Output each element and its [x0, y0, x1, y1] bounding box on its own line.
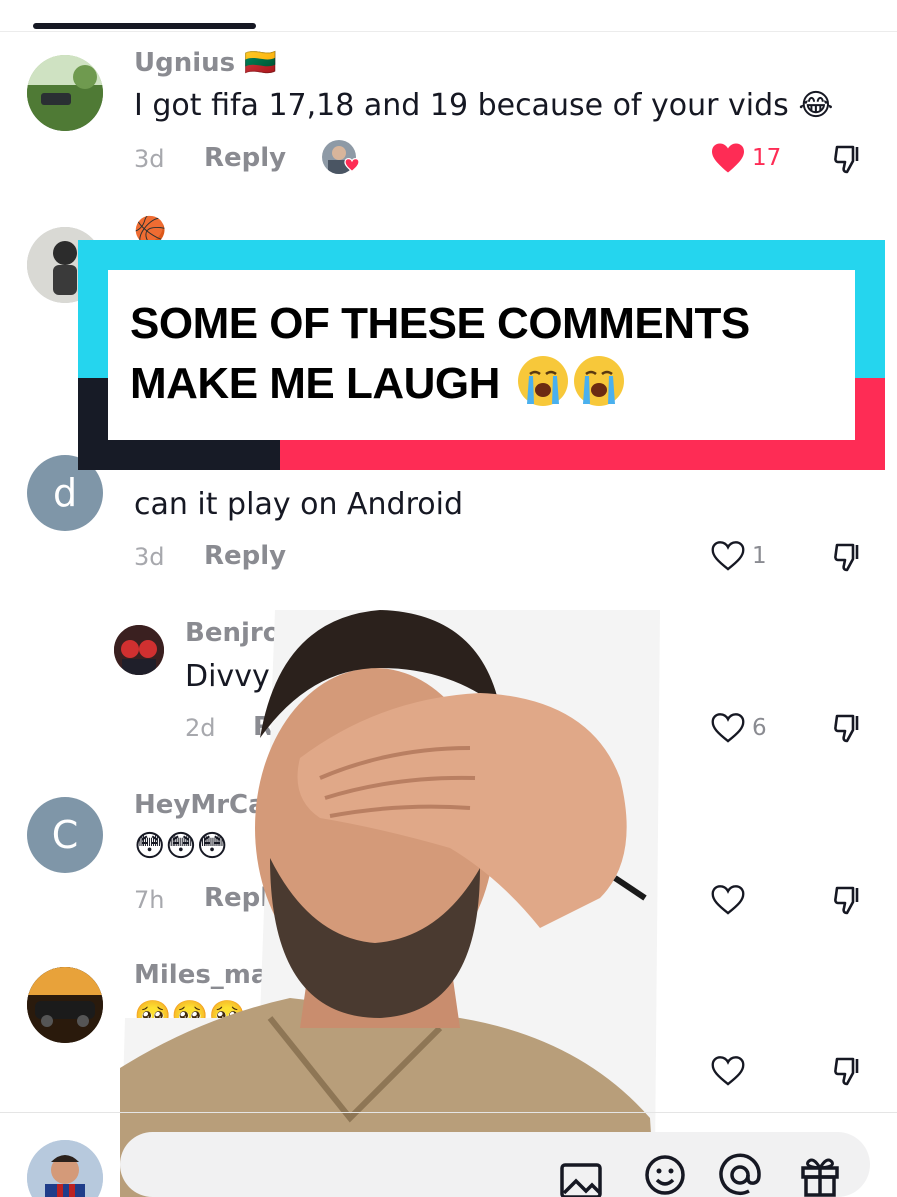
reply-button[interactable]: Reply — [204, 143, 286, 173]
like-button[interactable]: 17 — [710, 142, 781, 174]
avatar-photo-icon — [27, 967, 103, 1043]
avatar-photo-icon — [27, 55, 103, 131]
overlay-caption-line2-wrap: MAKE ME LAUGH — [130, 354, 833, 414]
like-button[interactable] — [710, 1055, 746, 1087]
heart-outline-icon — [711, 541, 745, 571]
overlay-caption-line2: MAKE ME LAUGH — [130, 359, 500, 408]
reply-button[interactable]: Reply — [204, 541, 286, 571]
image-icon[interactable] — [556, 1155, 606, 1197]
comment-username[interactable]: Ugnius 🇱🇹 — [134, 48, 277, 78]
mention-icon[interactable] — [715, 1150, 765, 1197]
comment-time: 3d — [134, 543, 165, 571]
drag-handle[interactable] — [33, 23, 256, 29]
heart-outline-icon — [711, 1056, 745, 1086]
dislike-icon[interactable] — [833, 541, 867, 573]
loudly-crying-face-icon — [517, 356, 568, 406]
comment-text: can it play on Android — [134, 487, 464, 522]
heart-outline-icon — [711, 885, 745, 915]
like-button[interactable]: 6 — [710, 712, 767, 744]
heart-outline-icon — [711, 713, 745, 743]
overlay-caption: SOME OF THESE COMMENTS MAKE ME LAUGH — [108, 270, 855, 440]
heart-filled-icon — [712, 143, 744, 173]
avatar[interactable] — [27, 55, 103, 131]
dislike-icon[interactable] — [833, 712, 867, 744]
gift-icon[interactable] — [795, 1150, 845, 1197]
like-count: 6 — [752, 715, 767, 741]
creator-heart-icon — [344, 158, 360, 172]
avatar-photo-icon — [27, 1140, 103, 1197]
dislike-icon[interactable] — [833, 1055, 867, 1087]
like-button[interactable] — [710, 884, 746, 916]
comment-time: 3d — [134, 145, 165, 173]
user-avatar[interactable] — [27, 1140, 103, 1197]
overlay-caption-line1: SOME OF THESE COMMENTS — [130, 299, 750, 348]
avatar[interactable] — [27, 967, 103, 1043]
like-count: 1 — [752, 543, 767, 569]
like-count: 17 — [752, 145, 782, 171]
creator-facepalm-cutout — [120, 610, 660, 1197]
like-button[interactable]: 1 — [710, 540, 767, 572]
divider — [0, 31, 897, 32]
comments-screen: Ugnius 🇱🇹 I got fifa 17,18 and 19 becaus… — [0, 0, 897, 1197]
dislike-icon[interactable] — [833, 884, 867, 916]
emoji-icon[interactable] — [640, 1150, 690, 1197]
loudly-crying-face-icon — [573, 356, 624, 406]
avatar-letter[interactable]: C — [27, 797, 103, 873]
dislike-icon[interactable] — [833, 143, 867, 175]
comment-text: I got fifa 17,18 and 19 because of your … — [134, 88, 834, 123]
divider — [0, 1112, 897, 1113]
